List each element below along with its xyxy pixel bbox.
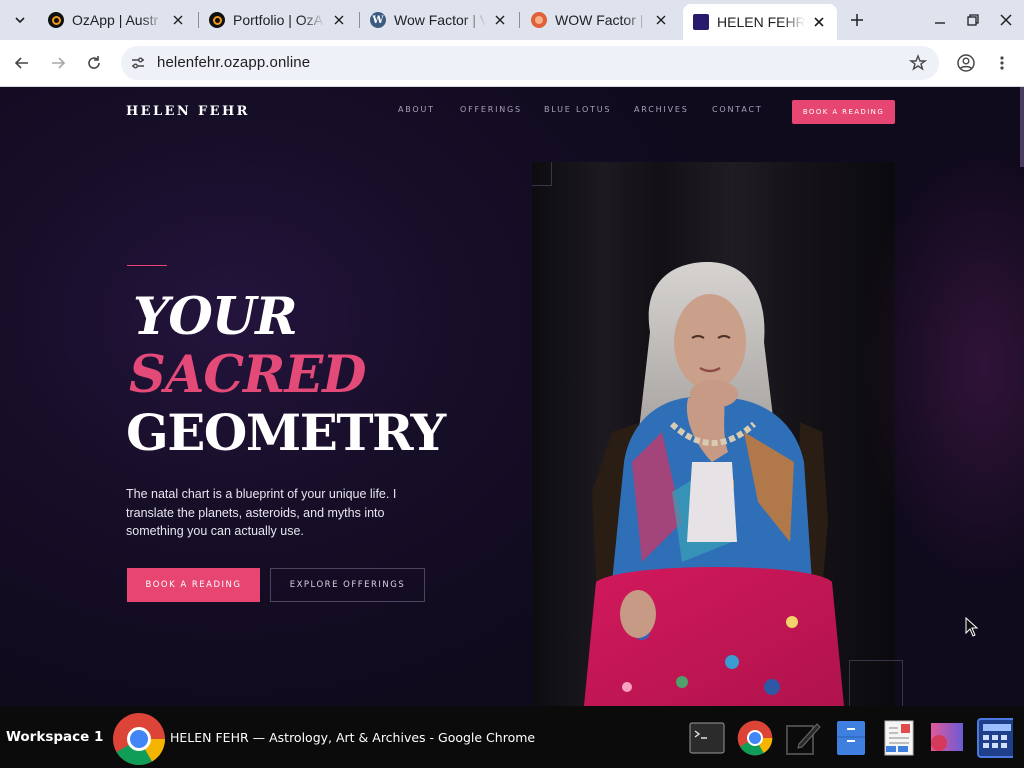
- close-icon: [1000, 14, 1012, 26]
- tab-portfolio[interactable]: Portfolio | OzA: [199, 4, 357, 36]
- ozapp-favicon: [209, 12, 225, 28]
- tab-separator: [519, 12, 520, 28]
- portrait-illustration: [532, 162, 895, 706]
- bookmark-star-icon[interactable]: [908, 54, 928, 72]
- chrome-icon: [113, 713, 165, 765]
- plus-icon: [851, 14, 863, 26]
- close-icon[interactable]: [331, 12, 347, 28]
- terminal-icon: [689, 722, 725, 754]
- account-icon: [957, 54, 975, 72]
- forward-button[interactable]: [46, 51, 70, 75]
- restore-button[interactable]: [963, 10, 983, 30]
- chrome-icon: [737, 720, 773, 756]
- tab-search-button[interactable]: [8, 8, 32, 32]
- arrow-left-icon: [14, 57, 28, 69]
- nav-blue-lotus[interactable]: BLUE LOTUS: [544, 105, 611, 114]
- reload-icon: [88, 56, 100, 69]
- site-info-icon[interactable]: [129, 54, 147, 72]
- chrome-taskbar-icon[interactable]: [112, 712, 166, 766]
- photo-frame-corner: [532, 162, 552, 186]
- workspace-label[interactable]: Workspace 1: [6, 729, 103, 745]
- active-window-title: HELEN FEHR — Astrology, Art & Archives -…: [170, 730, 536, 745]
- reload-button[interactable]: [82, 51, 106, 75]
- calculator-icon: [977, 718, 1013, 758]
- address-bar[interactable]: helenfehr.ozapp.online: [121, 46, 939, 80]
- site-logo[interactable]: HELEN FEHR: [126, 104, 250, 119]
- tab-title: HELEN FEHR -: [717, 14, 805, 30]
- tab-title: Portfolio | OzA: [233, 12, 324, 28]
- tab-ozapp[interactable]: OzApp | Austr: [38, 4, 196, 36]
- file-cabinet-icon: [837, 721, 865, 755]
- chrome-launcher[interactable]: [737, 720, 773, 756]
- nav-contact[interactable]: CONTACT: [712, 105, 763, 114]
- tab-strip: OzApp | Austr Portfolio | OzA W Wow Fact…: [0, 0, 1024, 40]
- nav-archives[interactable]: ARCHIVES: [634, 105, 689, 114]
- tab-helen-fehr[interactable]: HELEN FEHR -: [683, 4, 837, 40]
- photo-frame-corner: [849, 660, 903, 706]
- webpage: HELEN FEHR ABOUT OFFERINGS BLUE LOTUS AR…: [0, 87, 1024, 706]
- book-reading-button[interactable]: BOOK A READING: [127, 568, 260, 602]
- tab-title: WOW Factor |: [555, 12, 644, 28]
- close-window-button[interactable]: [996, 10, 1016, 30]
- hero-title-line-3: GEOMETRY: [126, 403, 446, 462]
- ozapp-favicon: [48, 12, 64, 28]
- browser-toolbar: helenfehr.ozapp.online: [0, 40, 1024, 87]
- tab-wow-factor-wp[interactable]: W Wow Factor | V: [360, 4, 518, 36]
- nav-offerings[interactable]: OFFERINGS: [460, 105, 522, 114]
- close-icon[interactable]: [170, 12, 186, 28]
- close-icon[interactable]: [653, 12, 669, 28]
- explore-offerings-button[interactable]: EXPLORE OFFERINGS: [270, 568, 425, 602]
- accent-rule: [127, 265, 167, 266]
- taskbar: Workspace 1 HELEN FEHR — Astrology, Art …: [0, 706, 1024, 768]
- hero-title-line-2: SACRED: [129, 345, 366, 405]
- back-button[interactable]: [10, 51, 34, 75]
- pencil-edit-icon: [786, 723, 821, 755]
- close-icon[interactable]: [492, 12, 508, 28]
- hero-portrait: [532, 162, 895, 706]
- wordpress-favicon: W: [370, 12, 386, 28]
- document-viewer-launcher[interactable]: [881, 720, 917, 756]
- tab-title: OzApp | Austr: [72, 12, 159, 28]
- chevron-down-icon: [15, 17, 25, 24]
- new-tab-button[interactable]: [846, 9, 868, 31]
- minimize-icon: [935, 22, 945, 24]
- profile-button[interactable]: [954, 51, 978, 75]
- tab-title: Wow Factor | V: [394, 12, 486, 28]
- arrow-right-icon: [52, 57, 66, 69]
- page-scrollbar[interactable]: [1020, 87, 1024, 167]
- url-text: helenfehr.ozapp.online: [157, 54, 311, 71]
- mouse-cursor-icon: [965, 617, 979, 637]
- close-icon[interactable]: [811, 14, 827, 30]
- restore-icon: [967, 14, 979, 26]
- wowfactor-favicon: [531, 12, 547, 28]
- helenfehr-favicon: [693, 14, 709, 30]
- tab-wow-factor[interactable]: WOW Factor |: [521, 4, 679, 36]
- terminal-launcher[interactable]: [689, 720, 725, 756]
- image-viewer-launcher[interactable]: [929, 720, 965, 756]
- book-reading-nav-button[interactable]: BOOK A READING: [792, 100, 895, 124]
- kebab-menu-icon: [1000, 56, 1004, 70]
- text-editor-launcher[interactable]: [785, 720, 821, 756]
- nav-about[interactable]: ABOUT: [398, 105, 435, 114]
- hero-description: The natal chart is a blueprint of your u…: [126, 487, 397, 538]
- hero-title-line-1: YOUR: [133, 287, 298, 347]
- minimize-button[interactable]: [930, 10, 950, 30]
- chrome-menu-button[interactable]: [990, 51, 1014, 75]
- document-icon: [884, 720, 914, 756]
- calculator-launcher[interactable]: [977, 718, 1013, 758]
- file-manager-launcher[interactable]: [833, 720, 869, 756]
- image-icon: [931, 723, 963, 751]
